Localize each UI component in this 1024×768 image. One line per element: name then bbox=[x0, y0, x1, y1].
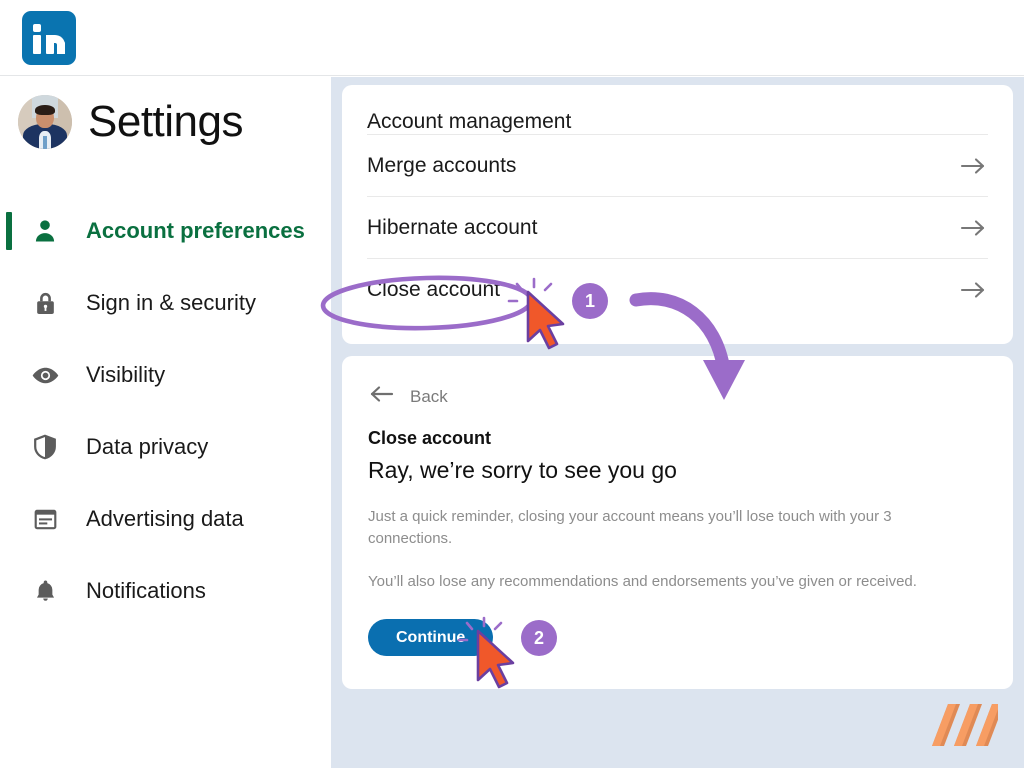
sidebar-item-label: Data privacy bbox=[86, 434, 208, 460]
sidebar-item-notifications[interactable]: Notifications bbox=[0, 555, 331, 627]
sidebar-item-sign-in-security[interactable]: Sign in & security bbox=[0, 267, 331, 339]
profile-header: Settings bbox=[18, 95, 243, 149]
panel-eyebrow: Close account bbox=[342, 408, 1013, 449]
lock-icon bbox=[30, 288, 60, 318]
list-item-hibernate-account[interactable]: Hibernate account bbox=[367, 196, 988, 258]
row-label: Close account bbox=[367, 278, 500, 302]
person-icon bbox=[30, 216, 60, 246]
page-title: Settings bbox=[88, 100, 243, 144]
avatar[interactable] bbox=[18, 95, 72, 149]
panel-paragraph-1: Just a quick reminder, closing your acco… bbox=[342, 484, 1013, 550]
arrow-left-icon bbox=[368, 385, 396, 408]
top-bar bbox=[0, 0, 1024, 76]
bell-icon bbox=[30, 576, 60, 606]
sidebar-item-label: Advertising data bbox=[86, 506, 244, 532]
sidebar-nav: Account preferences Sign in & security bbox=[0, 195, 331, 627]
row-label: Merge accounts bbox=[367, 154, 516, 178]
linkedin-logo-icon[interactable] bbox=[22, 11, 76, 65]
sidebar-item-account-preferences[interactable]: Account preferences bbox=[0, 195, 331, 267]
sidebar-item-label: Notifications bbox=[86, 578, 206, 604]
three-slashes-mark-icon bbox=[918, 704, 998, 746]
continue-button[interactable]: Continue bbox=[368, 619, 493, 656]
eye-icon bbox=[30, 360, 60, 390]
sidebar: Settings Account preferences bbox=[0, 77, 331, 768]
app-root: Settings Account preferences bbox=[0, 0, 1024, 768]
main-content: Account management Merge accounts Hibern… bbox=[331, 77, 1024, 768]
sidebar-item-label: Sign in & security bbox=[86, 290, 256, 316]
list-item-close-account[interactable]: Close account bbox=[367, 258, 988, 320]
sidebar-item-visibility[interactable]: Visibility bbox=[0, 339, 331, 411]
sidebar-item-label: Visibility bbox=[86, 362, 165, 388]
arrow-right-icon bbox=[958, 218, 988, 238]
list-item-merge-accounts[interactable]: Merge accounts bbox=[367, 134, 988, 196]
document-icon bbox=[30, 504, 60, 534]
sidebar-item-label: Account preferences bbox=[86, 218, 305, 244]
row-label: Hibernate account bbox=[367, 216, 537, 240]
sidebar-item-advertising-data[interactable]: Advertising data bbox=[0, 483, 331, 555]
sidebar-item-data-privacy[interactable]: Data privacy bbox=[0, 411, 331, 483]
arrow-right-icon bbox=[958, 156, 988, 176]
back-label: Back bbox=[410, 387, 448, 407]
panel-paragraph-2: You’ll also lose any recommendations and… bbox=[342, 550, 1013, 593]
close-account-panel: Back Close account Ray, we’re sorry to s… bbox=[342, 356, 1013, 689]
shield-icon bbox=[30, 432, 60, 462]
arrow-right-icon bbox=[958, 280, 988, 300]
account-management-card: Account management Merge accounts Hibern… bbox=[342, 85, 1013, 344]
card-title: Account management bbox=[342, 85, 1013, 134]
back-button[interactable]: Back bbox=[342, 356, 1013, 408]
panel-heading: Ray, we’re sorry to see you go bbox=[342, 449, 1013, 484]
